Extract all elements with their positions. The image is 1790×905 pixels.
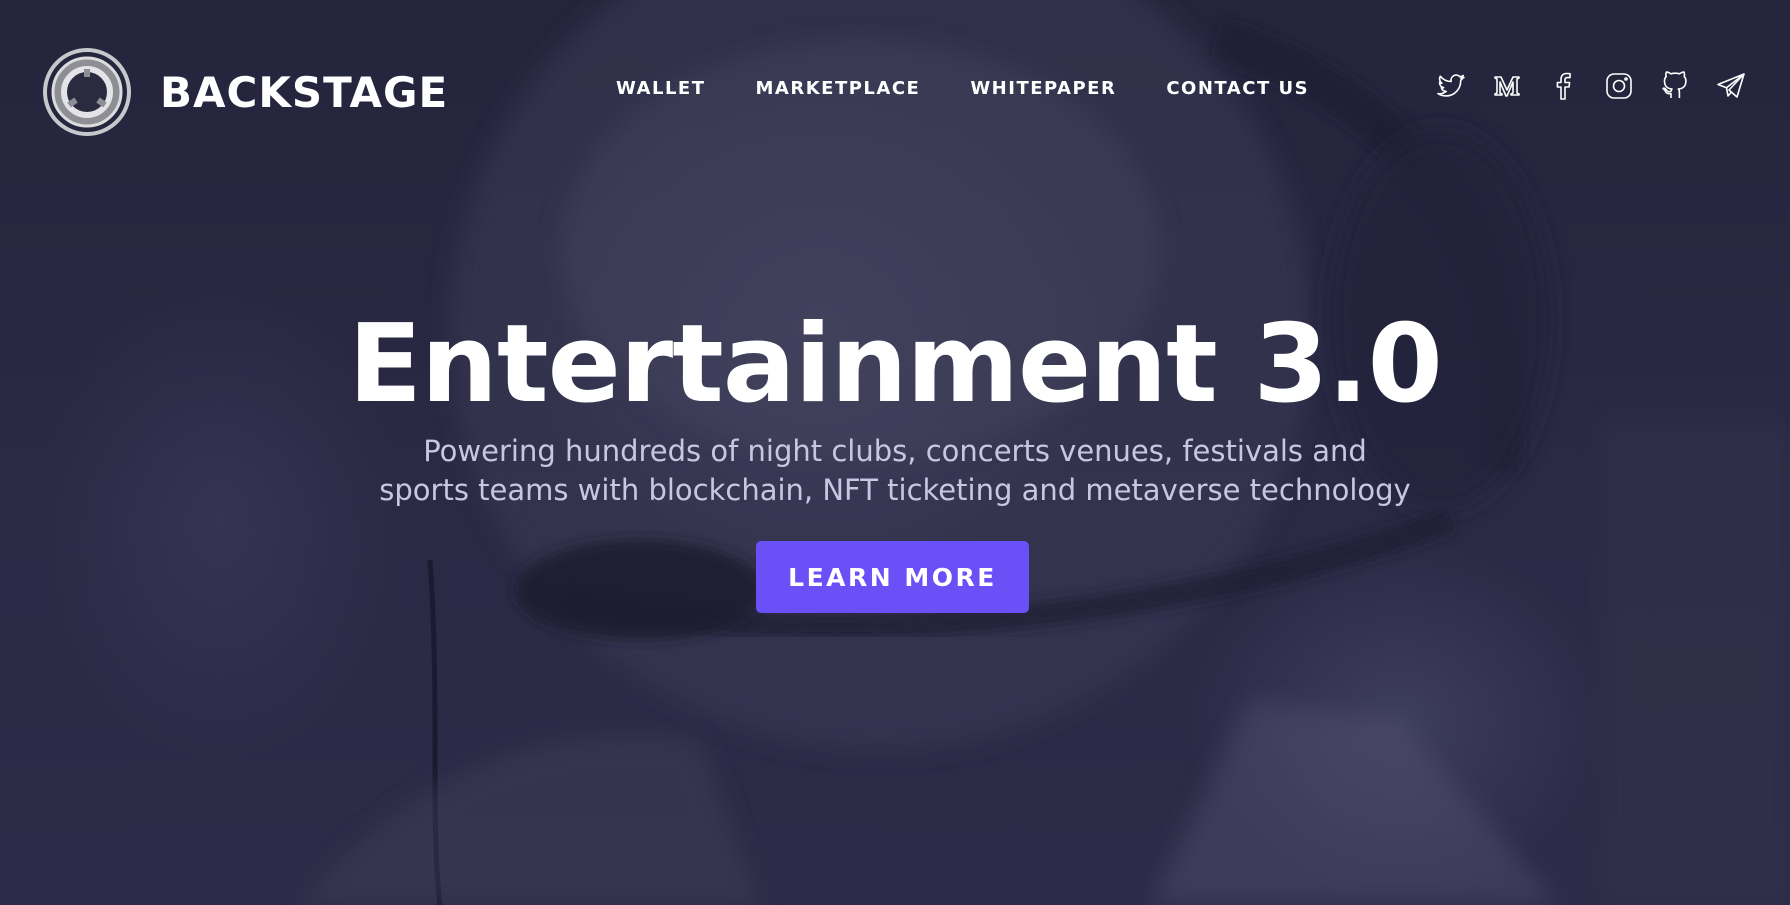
hero-subtext-line-2: sports teams with blockchain, NFT ticket… [379, 473, 1411, 507]
nav-item-whitepaper[interactable]: WHITEPAPER [970, 78, 1116, 99]
brand-name: BACKSTAGE [160, 67, 449, 117]
brand[interactable]: BACKSTAGE [42, 47, 448, 137]
facebook-icon[interactable] [1548, 71, 1578, 101]
site-header: BACKSTAGE WALLET MARKETPLACE WHITEPAPER … [0, 0, 1790, 180]
github-icon[interactable] [1660, 71, 1690, 101]
main-nav: WALLET MARKETPLACE WHITEPAPER CONTACT US [616, 78, 1309, 99]
nav-item-wallet[interactable]: WALLET [616, 78, 706, 99]
twitter-icon[interactable] [1436, 71, 1466, 101]
hero-section: BACKSTAGE WALLET MARKETPLACE WHITEPAPER … [0, 0, 1790, 905]
nav-item-marketplace[interactable]: MARKETPLACE [756, 78, 921, 99]
learn-more-button[interactable]: LEARN MORE [756, 541, 1029, 613]
nav-item-contact-us[interactable]: CONTACT US [1166, 78, 1309, 99]
telegram-icon[interactable] [1716, 71, 1746, 101]
hero-subtext: Powering hundreds of night clubs, concer… [345, 432, 1445, 510]
hero-headline: Entertainment 3.0 [348, 302, 1442, 427]
instagram-icon[interactable] [1604, 71, 1634, 101]
medium-icon[interactable] [1492, 71, 1522, 101]
social-links [1436, 71, 1746, 101]
hero-subtext-line-1: Powering hundreds of night clubs, concer… [423, 434, 1367, 468]
backstage-ring-logo [43, 48, 131, 136]
